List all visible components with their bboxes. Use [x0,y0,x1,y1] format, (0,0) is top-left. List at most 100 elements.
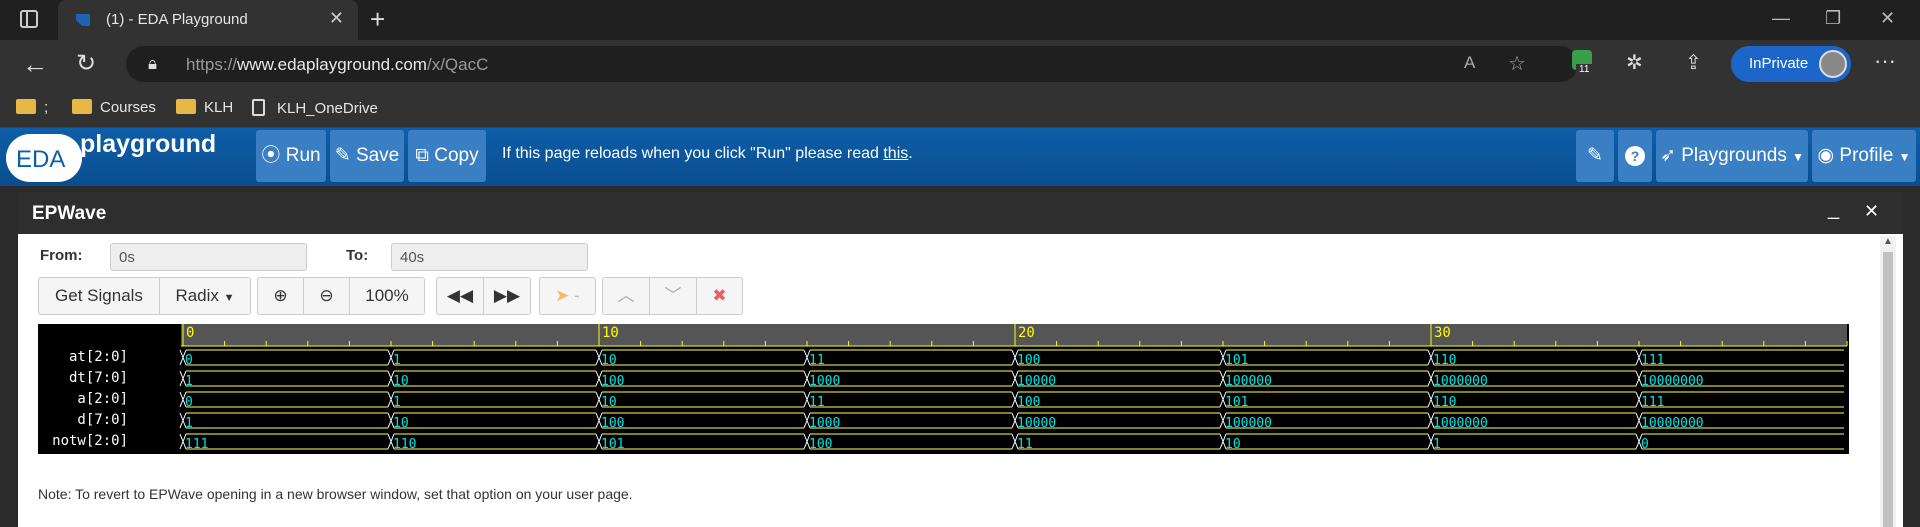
caret-down-icon: ▼ [1792,150,1804,164]
move-down-button[interactable]: ﹀ [649,277,697,315]
vertical-scrollbar[interactable]: ▲ [1880,236,1896,527]
eda-favicon-icon [76,14,90,26]
profile-menu[interactable]: ◉ Profile ▼ [1812,130,1916,182]
url-bar[interactable]: 🔒︎ https://www.edaplayground.com/x/QacC … [126,46,1578,82]
zoom-in-icon: ⊕ [273,286,288,305]
time-tick-label: 30 [1434,325,1451,341]
eda-logo[interactable]: EDA [6,134,82,182]
scrollbar-thumb[interactable] [1883,252,1893,527]
scroll-right-button[interactable]: ▶▶ [483,277,531,315]
minimize-icon[interactable]: — [1772,8,1790,29]
bus-value-label: 10000 [1017,416,1056,431]
notice-link[interactable]: this [883,145,908,162]
tab-actions-icon[interactable] [20,10,38,28]
waveform-canvas[interactable]: 0 10 20 300 1 10 11 100 101 110 1111 10 100 1000 10000… [38,324,1849,454]
signal-trace[interactable]: 111 110 101 100 11 10 1 0 [179,433,1844,452]
bookmark-folder-courses[interactable]: Courses [72,99,156,116]
cursor-arrow-icon: ➤ [555,286,570,305]
bus-value-label: 100000 [1225,374,1272,389]
to-label: To: [346,247,369,264]
bus-value-label: 10 [393,374,409,389]
epwave-modal-body: From: 0s To: 40s Get Signals Radix ▼ ⊕ ⊖… [18,234,1903,527]
bus-value-label: 0 [1641,437,1649,452]
playgrounds-menu[interactable]: ➶ Playgrounds ▼ [1656,130,1808,182]
bus-value-label: 100000 [1225,416,1272,431]
copy-button[interactable]: ⧉ Copy [408,130,486,182]
bus-value-label: 11 [809,395,825,410]
back-icon[interactable]: ← [22,49,48,80]
zoom-out-button[interactable]: ⊖ [303,277,350,315]
bus-value-label: 101 [601,437,624,452]
waveform-viewer[interactable]: at[2:0] dt[7:0] a[2:0] d[7:0] notw[2:0] 0 10 2… [38,324,1849,454]
move-up-button[interactable]: ︿ [602,277,650,315]
zoom-level[interactable]: 100% [349,277,425,315]
refresh-icon[interactable]: ↻ [76,49,96,78]
help-button[interactable]: ? [1618,130,1652,182]
zoom-in-button[interactable]: ⊕ [257,277,304,315]
bus-value-label: 10 [601,353,617,368]
bus-value-label: 100 [601,374,624,389]
close-window-icon[interactable]: ✕ [1880,8,1895,29]
favorites-icon[interactable]: ☆ [1508,51,1526,76]
browser-tab[interactable]: (1) - EDA Playground ✕ [58,0,358,40]
epwave-note: Note: To revert to EPWave opening in a n… [38,486,633,502]
cursor-button[interactable]: ➤ - [539,277,596,315]
radix-dropdown[interactable]: Radix ▼ [159,277,251,315]
restore-icon[interactable]: ❐ [1825,8,1841,29]
reload-notice: If this page reloads when you click "Run… [502,145,913,162]
bus-value-label: 1000 [809,374,840,389]
bus-value-label: 10 [393,416,409,431]
signal-trace[interactable]: 0 1 10 11 100 101 110 111 [179,391,1844,410]
extensions-icon[interactable]: ✲ [1626,50,1643,75]
save-button[interactable]: ✎ Save [330,130,404,182]
signal-trace[interactable]: 0 1 10 11 100 101 110 111 [179,349,1844,368]
bus-value-label: 101 [1225,395,1248,410]
bus-value-label: 1 [185,374,193,389]
bus-value-label: 10 [1225,437,1241,452]
minimize-modal-icon[interactable]: _ [1828,198,1839,221]
scroll-up-arrow-icon[interactable]: ▲ [1883,236,1893,247]
bus-value-label: 100 [1017,395,1040,410]
remove-signal-button[interactable]: ✖ [696,277,743,315]
bus-value-label: 1 [185,416,193,431]
bookmark-klh-onedrive[interactable]: KLH_OneDrive [252,99,378,117]
get-signals-button[interactable]: Get Signals [38,277,160,315]
inprivate-button[interactable]: InPrivate [1731,46,1851,82]
bus-value-label: 0 [185,395,193,410]
new-tab-icon[interactable]: + [370,4,385,35]
address-row: ← ↻ 🔒︎ https://www.edaplayground.com/x/Q… [0,40,1920,88]
browser-title-bar: (1) - EDA Playground ✕ + — ❐ ✕ [0,0,1920,40]
bus-value-label: 10000000 [1641,416,1704,431]
folder-icon [72,99,92,114]
bookmark-folder-klh[interactable]: KLH [176,99,233,116]
run-icon: ⦿ [261,145,281,166]
close-tab-icon[interactable]: ✕ [329,8,344,29]
more-menu-icon[interactable]: ··· [1874,48,1896,74]
from-input[interactable]: 0s [110,243,307,271]
bus-value-label: 100 [809,437,832,452]
scroll-left-button[interactable]: ◀◀ [436,277,484,315]
to-input[interactable]: 40s [391,243,588,271]
bus-value-label: 110 [1433,353,1456,368]
close-modal-icon[interactable]: ✕ [1864,201,1879,222]
bookmarks-bar: ; Courses KLH KLH_OneDrive [0,88,1920,128]
url-text[interactable]: https://www.edaplayground.com/x/QacC [186,55,488,75]
time-tick-label: 20 [1018,325,1035,341]
signal-trace[interactable]: 1 10 100 1000 10000 100000 1000000 10000000 [179,412,1844,431]
lock-icon[interactable]: 🔒︎ [148,54,157,74]
edit-icon: ✎ [1587,145,1603,166]
time-tick-label: 10 [602,325,619,341]
page-icon [252,99,265,116]
share-icon[interactable]: ⇪ [1685,50,1702,75]
run-button[interactable]: ⦿ Run [256,130,326,182]
edit-button[interactable]: ✎ [1576,130,1614,182]
bus-value-label: 100 [601,416,624,431]
signal-trace[interactable]: 1 10 100 1000 10000 100000 1000000 10000000 [179,370,1844,389]
extension-shield-icon[interactable]: 11 [1572,50,1593,75]
caret-down-icon: ▼ [223,292,235,304]
fast-forward-icon: ▶▶ [493,286,521,305]
bookmark-folder-semicolon[interactable]: ; [16,99,48,116]
zoom-out-icon: ⊖ [319,286,334,305]
from-label: From: [40,247,83,264]
read-aloud-icon[interactable]: A [1464,53,1475,73]
